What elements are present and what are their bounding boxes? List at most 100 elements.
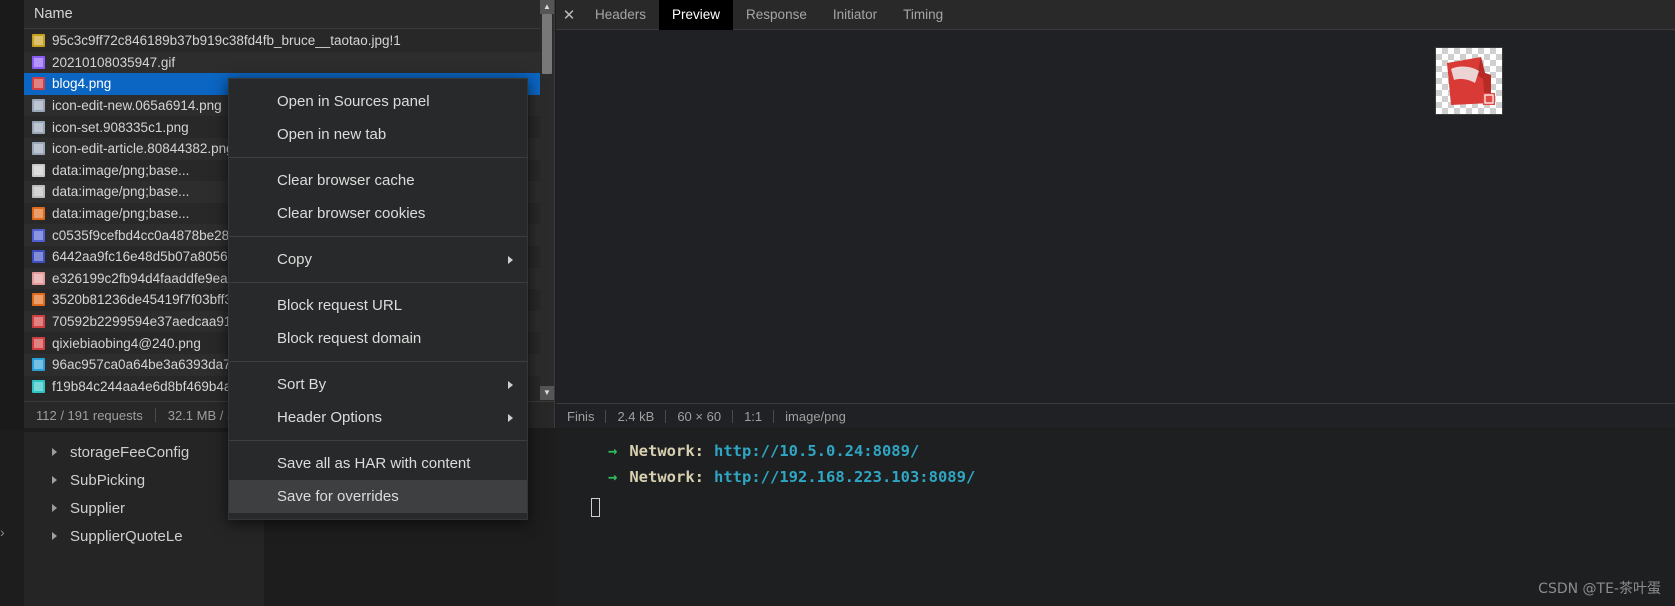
- close-icon[interactable]: ✕: [556, 0, 582, 30]
- menu-item-open-in-new-tab[interactable]: Open in new tab: [229, 118, 527, 151]
- menu-item-clear-browser-cookies[interactable]: Clear browser cookies: [229, 197, 527, 230]
- chevron-right-icon[interactable]: [52, 532, 57, 540]
- finished-label: Finis: [567, 408, 595, 424]
- tree-item-label: Supplier: [70, 499, 126, 517]
- terminal-cursor: [591, 498, 600, 517]
- tab-preview[interactable]: Preview: [659, 0, 734, 30]
- image-dimensions: 60 × 60: [677, 408, 722, 424]
- menu-item-label: Open in Sources panel: [277, 93, 430, 110]
- preview-image-graphic: [1447, 57, 1495, 105]
- image-file-icon: [32, 163, 45, 177]
- app-root: Name 95c3c9ff72c846189b37b919c38fd4fb_br…: [0, 0, 1675, 606]
- left-gutter: [0, 0, 24, 430]
- request-name: 6442aa9fc16e48d5b07a805642: [52, 249, 243, 265]
- terminal-left-bar: [556, 430, 590, 606]
- menu-separator: [229, 157, 527, 158]
- requests-count: 112 / 191 requests: [36, 407, 143, 423]
- menu-item-label: Copy: [277, 251, 313, 268]
- preview-status-bar: Finis 2.4 kB 60 × 60 1:1 image/png: [556, 403, 1675, 428]
- menu-item-block-request-domain[interactable]: Block request domain: [229, 322, 527, 355]
- image-ratio: 1:1: [744, 408, 763, 424]
- image-file-icon: [32, 142, 45, 156]
- menu-item-save-for-overrides[interactable]: Save for overrides: [229, 480, 527, 513]
- submenu-arrow-icon: [508, 255, 513, 264]
- scrollbar-thumb[interactable]: [542, 14, 552, 74]
- menu-separator: [229, 282, 527, 283]
- arrow-right-icon: →: [608, 468, 618, 486]
- submenu-arrow-icon: [508, 413, 513, 422]
- context-menu[interactable]: Open in Sources panel Open in new tab Clea…: [228, 78, 528, 520]
- network-column-header: Name: [24, 0, 554, 29]
- network-request-row[interactable]: 95c3c9ff72c846189b37b919c38fd4fb_bruce__…: [24, 30, 554, 52]
- menu-separator: [229, 440, 527, 441]
- network-list-scrollbar[interactable]: ▲ ▼: [540, 0, 554, 400]
- terminal-top-pad: [556, 430, 1675, 438]
- request-name: qixiebiaobing4@240.png: [52, 335, 201, 351]
- chevron-right-icon[interactable]: [52, 504, 57, 512]
- image-file-icon: [32, 185, 45, 199]
- request-name: icon-set.908335c1.png: [52, 119, 189, 135]
- tab-response[interactable]: Response: [733, 0, 820, 30]
- tab-timing[interactable]: Timing: [890, 0, 956, 30]
- image-file-icon: [32, 34, 45, 48]
- request-name: f19b84c244aa4e6d8bf469b4aff: [52, 378, 239, 394]
- request-name: icon-edit-article.80844382.png: [52, 141, 234, 157]
- left-gutter-lower: [0, 430, 24, 606]
- request-name: blog4.png: [52, 76, 112, 92]
- request-name: 95c3c9ff72c846189b37b919c38fd4fb_bruce__…: [52, 33, 401, 49]
- menu-item-clear-browser-cache[interactable]: Clear browser cache: [229, 164, 527, 197]
- request-name: 3520b81236de45419f7f03bff30: [52, 292, 240, 308]
- image-file-icon: [32, 77, 45, 91]
- request-name: data:image/png;base...: [52, 184, 190, 200]
- menu-item-copy[interactable]: Copy: [229, 243, 527, 276]
- arrow-right-icon: →: [608, 442, 618, 460]
- menu-item-open-in-sources-panel[interactable]: Open in Sources panel: [229, 85, 527, 118]
- chevron-right-icon[interactable]: [52, 476, 57, 484]
- chevron-right-icon[interactable]: [52, 448, 57, 456]
- image-file-icon: [32, 336, 45, 350]
- collapse-arrow-icon[interactable]: ›: [0, 524, 12, 544]
- column-header-name: Name: [34, 6, 73, 22]
- menu-item-label: Clear browser cache: [277, 172, 415, 189]
- tree-item-supplierquotele[interactable]: SupplierQuoteLe: [24, 522, 264, 550]
- terminal-url[interactable]: http://10.5.0.24:8089/: [714, 442, 919, 460]
- menu-item-label: Block request URL: [277, 297, 403, 314]
- menu-item-sort-by[interactable]: Sort By: [229, 368, 527, 401]
- mime-type: image/png: [785, 408, 846, 424]
- watermark: CSDN @TE-茶叶蛋: [1538, 581, 1661, 597]
- menu-item-block-request-url[interactable]: Block request URL: [229, 289, 527, 322]
- network-request-row[interactable]: 20210108035947.gif: [24, 51, 554, 74]
- submenu-arrow-icon: [508, 380, 513, 389]
- image-file-icon: [32, 250, 45, 264]
- terminal-url[interactable]: http://192.168.223.103:8089/: [714, 468, 975, 486]
- scroll-down-arrow-icon[interactable]: ▼: [540, 386, 554, 400]
- image-file-icon: [32, 358, 45, 372]
- image-file-icon: [32, 293, 45, 307]
- request-name: 96ac957ca0a64be3a6393da7a9: [52, 357, 246, 373]
- tree-item-label: storageFeeConfig: [70, 443, 190, 461]
- image-file-icon: [32, 228, 45, 242]
- tab-initiator[interactable]: Initiator: [820, 0, 890, 30]
- menu-item-label: Block request domain: [277, 330, 422, 347]
- menu-item-label: Sort By: [277, 376, 327, 393]
- menu-item-save-all-as-har-with-content[interactable]: Save all as HAR with content: [229, 447, 527, 480]
- tree-item-label: SupplierQuoteLe: [70, 527, 183, 545]
- request-name: 70592b2299594e37aedcaa91fc: [52, 314, 242, 330]
- menu-item-header-options[interactable]: Header Options: [229, 401, 527, 434]
- terminal-label: Network:: [629, 442, 704, 460]
- request-detail-pane: ✕ Headers Preview Response Initiator Timing …: [556, 0, 1675, 428]
- image-file-icon: [32, 99, 45, 113]
- terminal-label: Network:: [629, 468, 704, 486]
- menu-separator: [229, 236, 527, 237]
- image-file-icon: [32, 379, 45, 393]
- tab-headers[interactable]: Headers: [582, 0, 659, 30]
- scroll-up-arrow-icon[interactable]: ▲: [540, 0, 554, 14]
- terminal-line: → Network: http://192.168.223.103:8089/: [556, 464, 1675, 490]
- resource-size: 2.4 kB: [617, 408, 655, 424]
- preview-image: [1435, 47, 1503, 115]
- detail-tab-bar: ✕ Headers Preview Response Initiator Timing: [556, 0, 1675, 30]
- request-name: 20210108035947.gif: [52, 54, 176, 70]
- tree-item-label: SubPicking: [70, 471, 146, 489]
- image-file-icon: [32, 207, 45, 221]
- menu-item-label: Header Options: [277, 409, 383, 426]
